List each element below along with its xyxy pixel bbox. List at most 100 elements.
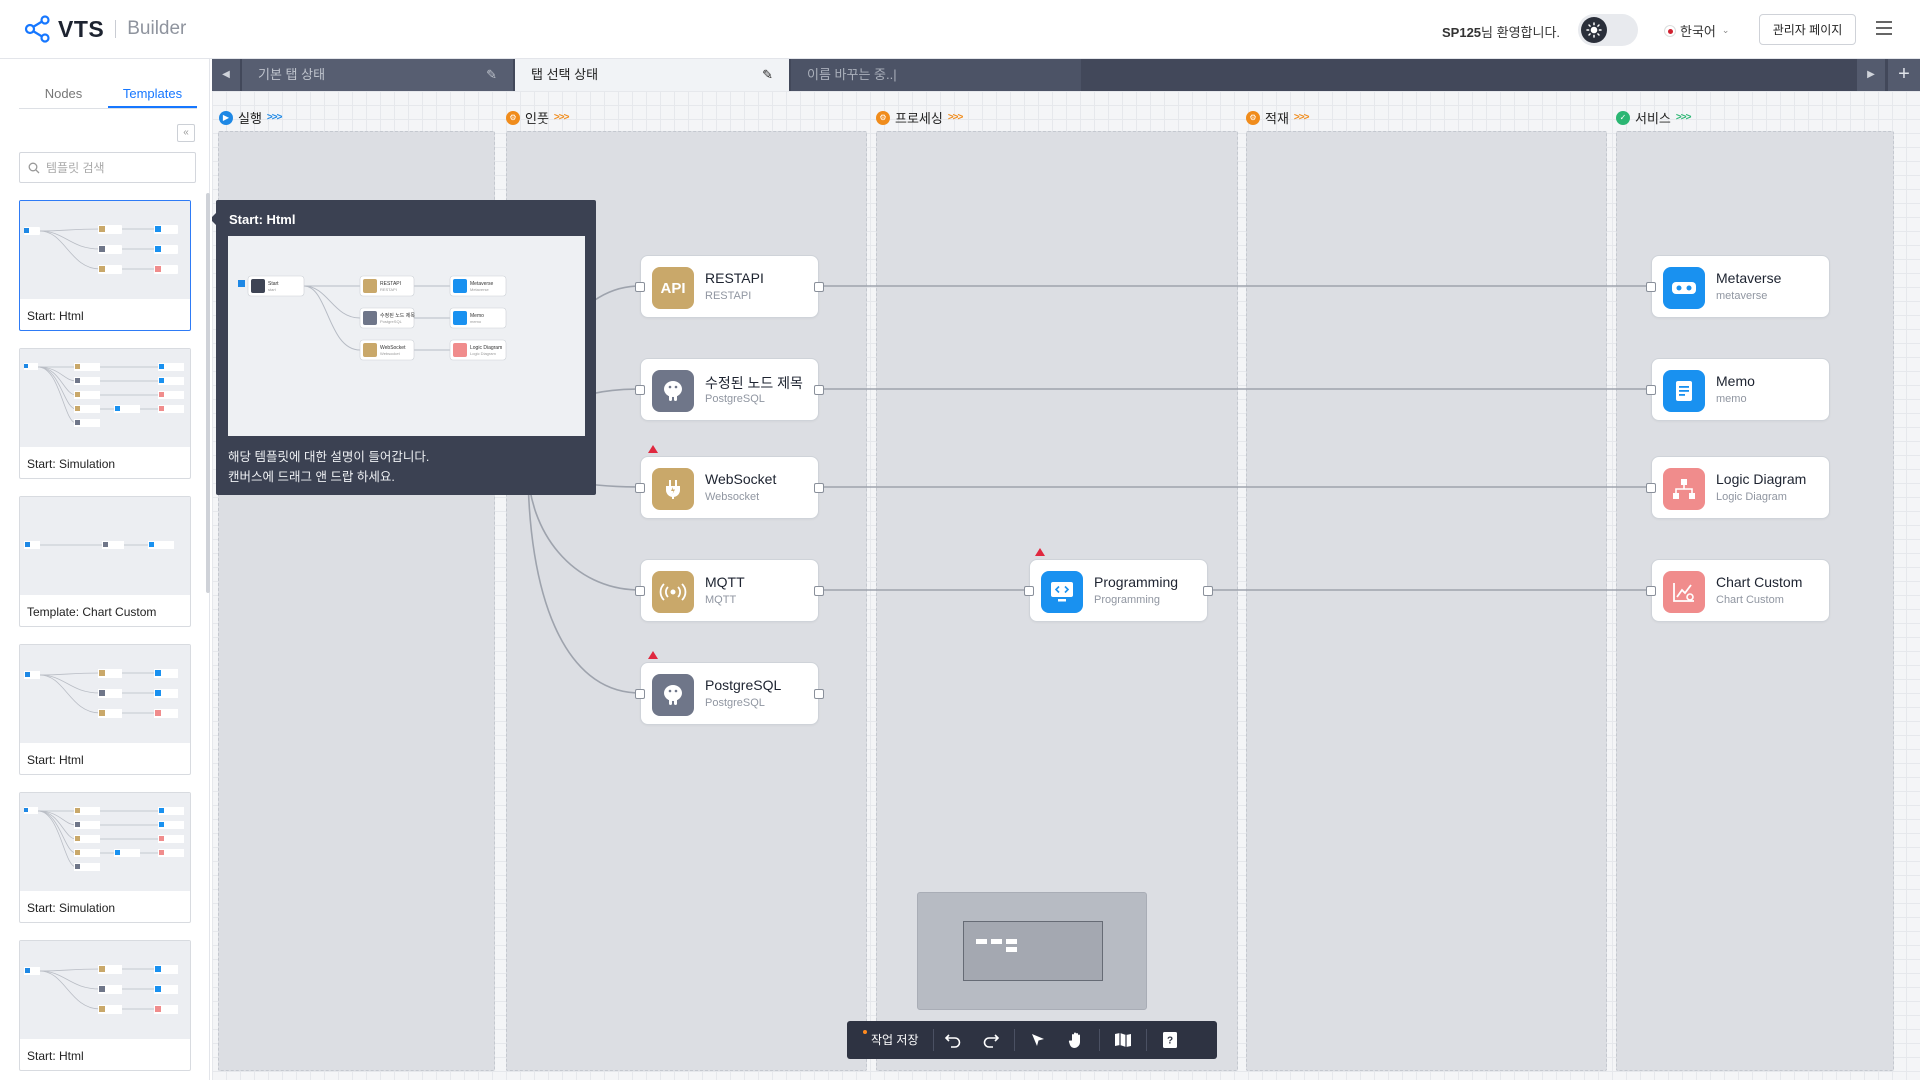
tab-scroll-right-button[interactable]: ▶: [1857, 59, 1885, 91]
broadcast-icon: [652, 571, 694, 613]
input-port[interactable]: [1646, 282, 1656, 292]
template-search[interactable]: [19, 152, 196, 183]
tab-templates[interactable]: Templates: [108, 81, 197, 108]
output-port[interactable]: [814, 689, 824, 699]
logo[interactable]: VTS Builder: [24, 15, 186, 43]
tab-renaming[interactable]: 이름 바꾸는 중..|: [791, 59, 1081, 91]
template-label: Template: Chart Custom: [27, 605, 157, 619]
template-label: Start: Simulation: [27, 457, 116, 471]
tab-bar: ◀ 기본 탭 상태 ✎ 탭 선택 상태 ✎ 이름 바꾸는 중..| ▶ +: [212, 59, 1920, 91]
toolbar-divider: [1145, 1029, 1147, 1051]
template-card[interactable]: Start: Html: [19, 200, 191, 331]
template-card[interactable]: Start: Simulation: [19, 792, 191, 923]
node-postgresql-modified[interactable]: 수정된 노드 제목 PostgreSQL: [635, 358, 824, 421]
node-restapi[interactable]: API RESTAPI RESTAPI: [635, 255, 824, 318]
input-port[interactable]: [635, 385, 645, 395]
minimap-viewport[interactable]: [963, 921, 1103, 981]
node-title: Logic Diagram: [1716, 471, 1807, 487]
template-card[interactable]: Start: Html: [19, 644, 191, 775]
node-websocket[interactable]: WebSocket Websocket: [635, 456, 824, 519]
preview-pg-title: 수정된 노드 제목: [380, 312, 415, 319]
plug-icon: [652, 468, 694, 510]
tooltip-preview: Start start RESTAPI RESTAPI 수정된 노드 제목 Po…: [228, 236, 585, 436]
tooltip-description: 해당 템플릿에 대한 설명이 들어갑니다. 캔버스에 드래그 앤 드랍 하세요.: [228, 447, 429, 487]
output-port[interactable]: [814, 483, 824, 493]
collapse-panel-button[interactable]: «: [177, 124, 195, 142]
node-memo[interactable]: Memo memo: [1646, 358, 1830, 421]
preview-ws-sub: Websocket: [380, 351, 401, 356]
node-subtitle: RESTAPI: [705, 290, 752, 302]
node-title: MQTT: [705, 574, 745, 590]
search-input[interactable]: [46, 160, 186, 175]
bottom-toolbar: 작업 저장 ?: [847, 1021, 1217, 1059]
api-icon: API: [652, 267, 694, 309]
template-card[interactable]: Start: Html: [19, 940, 191, 1071]
map-icon: [1114, 1033, 1131, 1047]
add-tab-button[interactable]: +: [1888, 59, 1920, 91]
input-port[interactable]: [635, 282, 645, 292]
redo-icon: [983, 1034, 999, 1048]
save-work-button[interactable]: 작업 저장: [853, 1029, 934, 1051]
menu-icon[interactable]: [1876, 21, 1892, 35]
node-programming[interactable]: Programming Programming: [1024, 559, 1213, 622]
node-postgresql[interactable]: PostgreSQL PostgreSQL: [635, 662, 824, 725]
help-book-icon: ?: [1162, 1032, 1177, 1048]
output-port[interactable]: [814, 586, 824, 596]
template-card[interactable]: Template: Chart Custom: [19, 496, 191, 627]
panel-scrollbar[interactable]: [206, 193, 210, 593]
node-title: Metaverse: [1716, 270, 1782, 286]
input-port[interactable]: [1024, 586, 1034, 596]
theme-toggle[interactable]: [1578, 14, 1638, 46]
theme-knob: [1581, 17, 1607, 43]
select-tool-button[interactable]: [1019, 1026, 1057, 1054]
minimap[interactable]: [917, 892, 1147, 1010]
pan-tool-button[interactable]: [1057, 1026, 1095, 1054]
node-title: 수정된 노드 제목: [705, 375, 803, 391]
pencil-icon[interactable]: ✎: [486, 59, 497, 91]
input-port[interactable]: [635, 689, 645, 699]
template-label: Start: Html: [27, 753, 84, 767]
node-logic-diagram[interactable]: Logic Diagram Logic Diagram: [1646, 456, 1830, 519]
template-label: Start: Html: [27, 1049, 84, 1063]
tab-nodes[interactable]: Nodes: [19, 81, 108, 108]
node-subtitle: PostgreSQL: [705, 697, 765, 709]
node-subtitle: MQTT: [705, 594, 737, 606]
node-mqtt[interactable]: MQTT MQTT: [635, 559, 824, 622]
input-port[interactable]: [635, 586, 645, 596]
toolbar-divider: [1013, 1029, 1015, 1051]
node-metaverse[interactable]: Metaverse metaverse: [1646, 255, 1830, 318]
minimap-toggle-button[interactable]: [1104, 1026, 1142, 1054]
node-subtitle: Chart Custom: [1716, 594, 1784, 606]
input-port[interactable]: [635, 483, 645, 493]
node-title: Chart Custom: [1716, 574, 1803, 590]
output-port[interactable]: [1203, 586, 1213, 596]
template-card[interactable]: Start: Simulation: [19, 348, 191, 479]
input-port[interactable]: [1646, 483, 1656, 493]
template-thumbnail: [20, 349, 190, 447]
tooltip-title: Start: Html: [229, 212, 296, 227]
undo-button[interactable]: [934, 1026, 972, 1054]
node-title: PostgreSQL: [705, 677, 782, 693]
pencil-icon[interactable]: ✎: [762, 59, 773, 91]
node-subtitle: PostgreSQL: [705, 393, 765, 405]
input-port[interactable]: [1646, 586, 1656, 596]
tab-scroll-left-button[interactable]: ◀: [212, 59, 240, 91]
tooltip-desc-line: 해당 템플릿에 대한 설명이 들어갑니다.: [228, 450, 430, 464]
tooltip-arrow: [212, 213, 216, 225]
redo-button[interactable]: [972, 1026, 1010, 1054]
tab-default[interactable]: 기본 탭 상태 ✎: [242, 59, 513, 91]
warning-icon: [648, 445, 658, 453]
tab-label: 탭 선택 상태: [531, 67, 599, 82]
admin-page-button[interactable]: 관리자 페이지: [1759, 14, 1856, 45]
language-select[interactable]: 한국어 ⌄: [1664, 21, 1729, 40]
node-chart-custom[interactable]: Chart Custom Chart Custom: [1646, 559, 1830, 622]
tab-selected[interactable]: 탭 선택 상태 ✎: [515, 59, 789, 91]
preview-pg-sub: PostgreSQL: [380, 319, 403, 324]
preview-start-sub: start: [268, 287, 277, 292]
output-port[interactable]: [814, 282, 824, 292]
welcome-user: SP125: [1442, 25, 1482, 40]
input-port[interactable]: [1646, 385, 1656, 395]
help-button[interactable]: ?: [1151, 1026, 1189, 1054]
flow-canvas[interactable]: ▶ 실행 >>> ⚙ 인풋 >>> ⚙ 프로세싱 >>> ⚙ 적재 >>> ✓ …: [212, 91, 1920, 1080]
output-port[interactable]: [814, 385, 824, 395]
